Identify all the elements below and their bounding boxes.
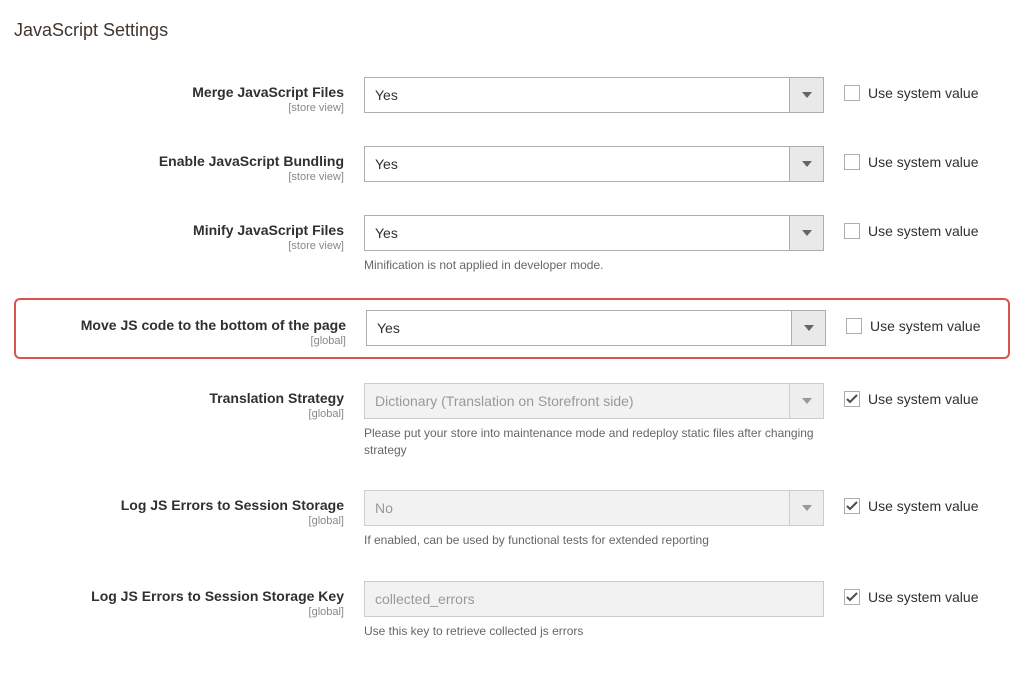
control-col: Yes [366,310,826,346]
use-system-label[interactable]: Use system value [868,391,978,407]
move-bottom-select[interactable]: Yes [366,310,826,346]
field-translation: Translation Strategy [global] Dictionary… [14,379,1010,463]
field-label: Log JS Errors to Session Storage Key [91,588,344,604]
use-system-label[interactable]: Use system value [870,318,980,334]
field-log-errors: Log JS Errors to Session Storage [global… [14,486,1010,553]
section-title: JavaScript Settings [14,20,1010,41]
field-note: Minification is not applied in developer… [364,257,824,274]
control-col: No If enabled, can be used by functional… [364,490,824,549]
field-note: If enabled, can be used by functional te… [364,532,824,549]
field-label: Minify JavaScript Files [193,222,344,238]
use-system-col: Use system value [824,146,978,170]
select-value: Yes [375,225,398,241]
field-scope: [store view] [20,240,344,252]
field-bundling: Enable JavaScript Bundling [store view] … [14,142,1010,187]
chevron-down-icon [789,147,823,181]
use-system-col: Use system value [824,77,978,101]
use-system-checkbox[interactable] [844,154,860,170]
control-col: Use this key to retrieve collected js er… [364,581,824,640]
field-log-errors-key: Log JS Errors to Session Storage Key [gl… [14,577,1010,644]
use-system-checkbox[interactable] [846,318,862,334]
field-scope: [global] [20,408,344,420]
use-system-col: Use system value [824,215,978,239]
control-col: Yes [364,146,824,182]
control-col: Yes Minification is not applied in devel… [364,215,824,274]
use-system-col: Use system value [824,490,978,514]
use-system-label[interactable]: Use system value [868,154,978,170]
field-scope: [store view] [20,102,344,114]
field-scope: [store view] [20,171,344,183]
minify-select[interactable]: Yes [364,215,824,251]
field-scope: [global] [20,606,344,618]
select-value: Yes [375,87,398,103]
select-value: Yes [375,156,398,172]
chevron-down-icon [789,216,823,250]
field-label: Enable JavaScript Bundling [159,153,344,169]
use-system-label[interactable]: Use system value [868,589,978,605]
field-label: Translation Strategy [209,390,344,406]
use-system-label[interactable]: Use system value [868,498,978,514]
merge-js-select[interactable]: Yes [364,77,824,113]
translation-select: Dictionary (Translation on Storefront si… [364,383,824,419]
label-col: Enable JavaScript Bundling [store view] [20,146,364,183]
use-system-checkbox[interactable] [844,498,860,514]
label-col: Translation Strategy [global] [20,383,364,420]
chevron-down-icon [789,384,823,418]
chevron-down-icon [791,311,825,345]
field-label: Move JS code to the bottom of the page [81,317,346,333]
field-scope: [global] [22,335,346,347]
use-system-checkbox[interactable] [844,391,860,407]
label-col: Minify JavaScript Files [store view] [20,215,364,252]
bundling-select[interactable]: Yes [364,146,824,182]
use-system-label[interactable]: Use system value [868,85,978,101]
select-value: Dictionary (Translation on Storefront si… [375,393,634,409]
use-system-label[interactable]: Use system value [868,223,978,239]
log-errors-key-input [364,581,824,617]
use-system-checkbox[interactable] [844,85,860,101]
field-label: Log JS Errors to Session Storage [121,497,344,513]
label-col: Log JS Errors to Session Storage Key [gl… [20,581,364,618]
select-value: Yes [377,320,400,336]
label-col: Move JS code to the bottom of the page [… [22,310,366,347]
control-col: Yes [364,77,824,113]
use-system-col: Use system value [824,581,978,605]
control-col: Dictionary (Translation on Storefront si… [364,383,824,459]
field-note: Please put your store into maintenance m… [364,425,824,459]
label-col: Log JS Errors to Session Storage [global… [20,490,364,527]
select-value: No [375,500,393,516]
field-move-bottom: Move JS code to the bottom of the page [… [14,298,1010,359]
use-system-checkbox[interactable] [844,589,860,605]
label-col: Merge JavaScript Files [store view] [20,77,364,114]
log-errors-select: No [364,490,824,526]
use-system-col: Use system value [824,383,978,407]
use-system-col: Use system value [826,310,980,334]
chevron-down-icon [789,78,823,112]
chevron-down-icon [789,491,823,525]
field-minify: Minify JavaScript Files [store view] Yes… [14,211,1010,278]
field-scope: [global] [20,515,344,527]
field-label: Merge JavaScript Files [192,84,344,100]
field-note: Use this key to retrieve collected js er… [364,623,824,640]
use-system-checkbox[interactable] [844,223,860,239]
field-merge-js: Merge JavaScript Files [store view] Yes … [14,73,1010,118]
